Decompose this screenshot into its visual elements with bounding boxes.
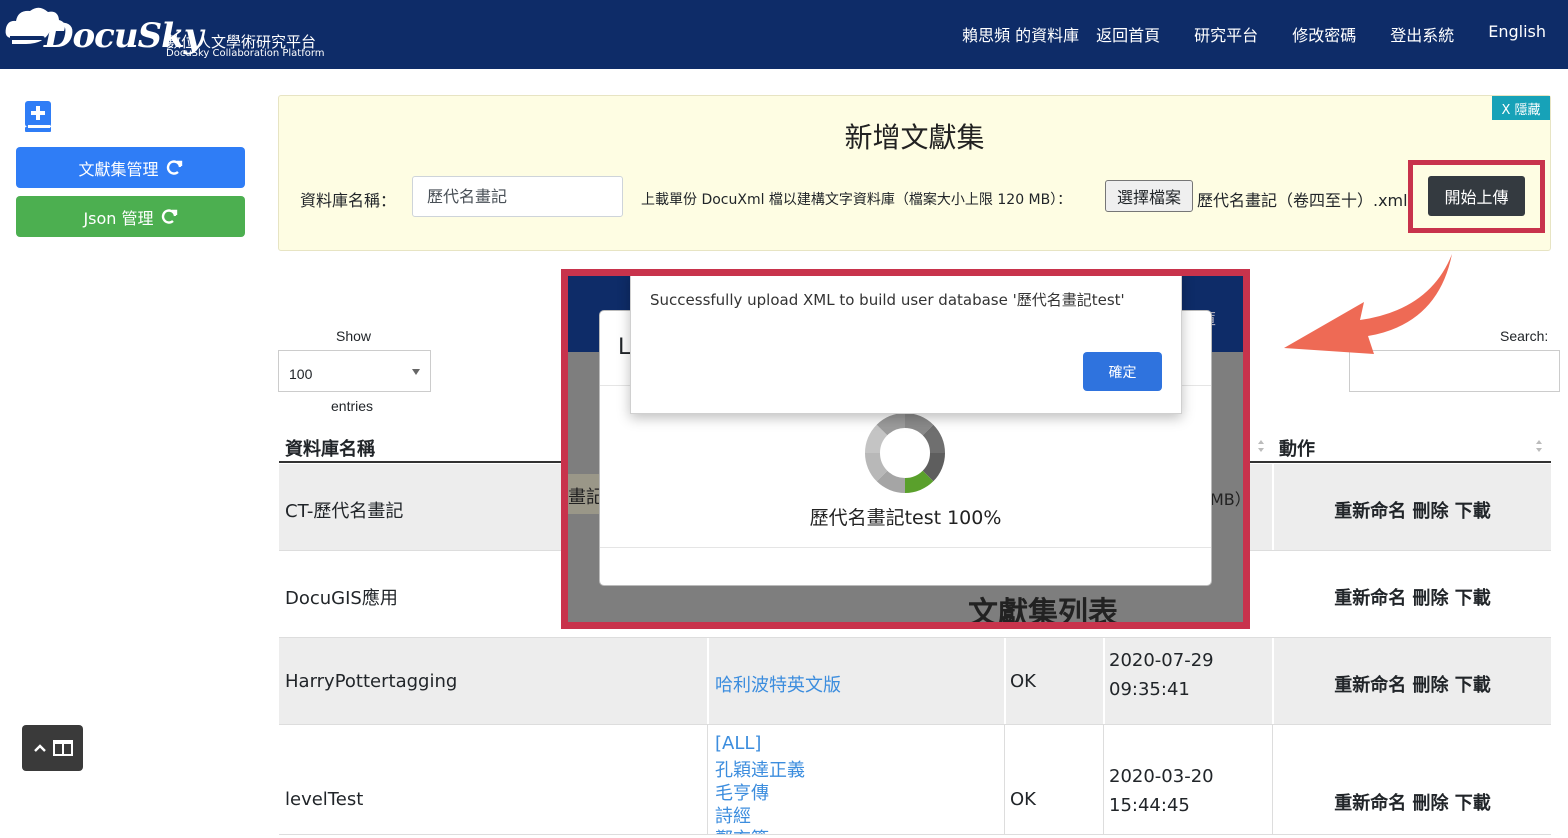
time-cell: 09:35:41: [1109, 679, 1190, 700]
table-row: levelTest [ALL] 孔穎達正義 毛亨傳 詩經 鄭玄箋 OK 2020…: [279, 725, 1551, 835]
success-alert-dialog: Successfully upload XML to build user da…: [630, 276, 1182, 414]
nav-home[interactable]: 返回首頁: [1096, 22, 1160, 46]
upload-result-highlight: 料庫 畫記 MB） 文獻集列表 L: [561, 269, 1250, 629]
upload-description: 上載單份 DocuXml 檔以建構文字資料庫（檔案大小上限 120 MB）：: [641, 192, 1072, 208]
sort-icon[interactable]: [1257, 439, 1265, 453]
choose-file-button[interactable]: 選擇檔案: [1105, 180, 1193, 212]
db-name-cell: DocuGIS應用: [285, 588, 398, 609]
logo-subtitle-en: DocuSky Collaboration Platform: [166, 48, 325, 59]
table-row: HarryPottertagging 哈利波特英文版 OK 2020-07-29…: [279, 638, 1551, 725]
row-actions[interactable]: 重新命名 刪除 下載: [1332, 789, 1493, 815]
db-name-cell: HarryPottertagging: [285, 671, 458, 692]
progress-text: 歷代名畫記test 100%: [809, 507, 1002, 529]
col-header-action[interactable]: 動作: [1279, 435, 1315, 461]
row-actions[interactable]: 重新命名 刪除 下載: [1332, 497, 1493, 523]
columns-icon: [52, 740, 73, 756]
entries-value: 100: [289, 366, 313, 382]
row-actions[interactable]: 重新命名 刪除 下載: [1332, 671, 1493, 697]
add-book-icon[interactable]: [25, 101, 51, 132]
modal-footer-divider: [600, 547, 1211, 548]
db-name-input[interactable]: 歷代名畫記: [412, 176, 623, 217]
entries-label: entries: [331, 398, 374, 414]
start-upload-highlight: [1408, 160, 1545, 233]
toggle-panel-button[interactable]: [22, 725, 83, 771]
add-corpus-panel: X 隱藏 新增文獻集 資料庫名稱： 歷代名畫記 上載單份 DocuXml 檔以建…: [278, 95, 1551, 251]
date-cell: 2020-07-29: [1109, 650, 1214, 671]
nav-logout[interactable]: 登出系統: [1390, 22, 1454, 46]
modal-backdrop: 料庫 畫記 MB） 文獻集列表 L: [568, 276, 1243, 622]
corpus-management-button[interactable]: 文獻集管理: [16, 147, 245, 188]
date-cell: 2020-03-20: [1109, 766, 1214, 787]
corpus-management-label: 文獻集管理: [78, 159, 159, 179]
backdrop-text: MB）: [1210, 490, 1243, 509]
nav-research-platform[interactable]: 研究平台: [1194, 22, 1258, 46]
selected-file-name: 歷代名畫記（卷四至十）.xml: [1197, 191, 1408, 210]
panel-title: 新增文獻集: [844, 121, 985, 154]
modal-title: L: [618, 335, 631, 360]
top-navbar: DocuSky 數位人文學術研究平台 DocuSky Collaboration…: [0, 0, 1568, 69]
backdrop-list-title: 文獻集列表: [968, 596, 1118, 622]
nav-my-database[interactable]: 賴思頻 的資料庫: [962, 22, 1079, 46]
nav-links: 賴思頻 的資料庫 返回首頁 研究平台 修改密碼 登出系統 English: [962, 22, 1546, 46]
json-management-button[interactable]: Json 管理: [16, 196, 245, 237]
entries-select[interactable]: 100: [278, 350, 431, 392]
json-management-label: Json 管理: [83, 208, 154, 228]
corpus-link[interactable]: 鄭玄箋: [715, 825, 769, 834]
nav-change-password[interactable]: 修改密碼: [1292, 22, 1356, 46]
corpus-link[interactable]: 哈利波特英文版: [715, 671, 841, 697]
sort-icon[interactable]: [1535, 439, 1543, 453]
status-cell: OK: [1010, 789, 1036, 810]
time-cell: 15:44:45: [1109, 795, 1190, 816]
caret-down-icon: [412, 369, 420, 375]
docusky-logo[interactable]: DocuSky 數位人文學術研究平台 DocuSky Collaboration…: [4, 4, 334, 64]
progress-spinner-icon: [865, 413, 945, 493]
corpus-link[interactable]: [ALL]: [715, 733, 761, 754]
annotation-arrow-icon: [1284, 254, 1452, 354]
db-name-cell: CT-歷代名畫記: [285, 501, 404, 522]
refresh-icon: [166, 159, 182, 175]
alert-message: Successfully upload XML to build user da…: [650, 291, 1125, 309]
alert-ok-button[interactable]: 確定: [1083, 352, 1162, 391]
refresh-icon: [161, 208, 177, 224]
db-name-label: 資料庫名稱：: [300, 191, 397, 210]
status-cell: OK: [1010, 671, 1036, 692]
search-label: Search:: [1500, 328, 1549, 344]
chevron-up-icon: [33, 744, 46, 752]
col-header-name[interactable]: 資料庫名稱: [285, 435, 375, 461]
db-name-cell: levelTest: [285, 789, 364, 810]
show-label: Show: [336, 328, 372, 344]
nav-english[interactable]: English: [1488, 22, 1546, 46]
row-actions[interactable]: 重新命名 刪除 下載: [1332, 584, 1493, 610]
